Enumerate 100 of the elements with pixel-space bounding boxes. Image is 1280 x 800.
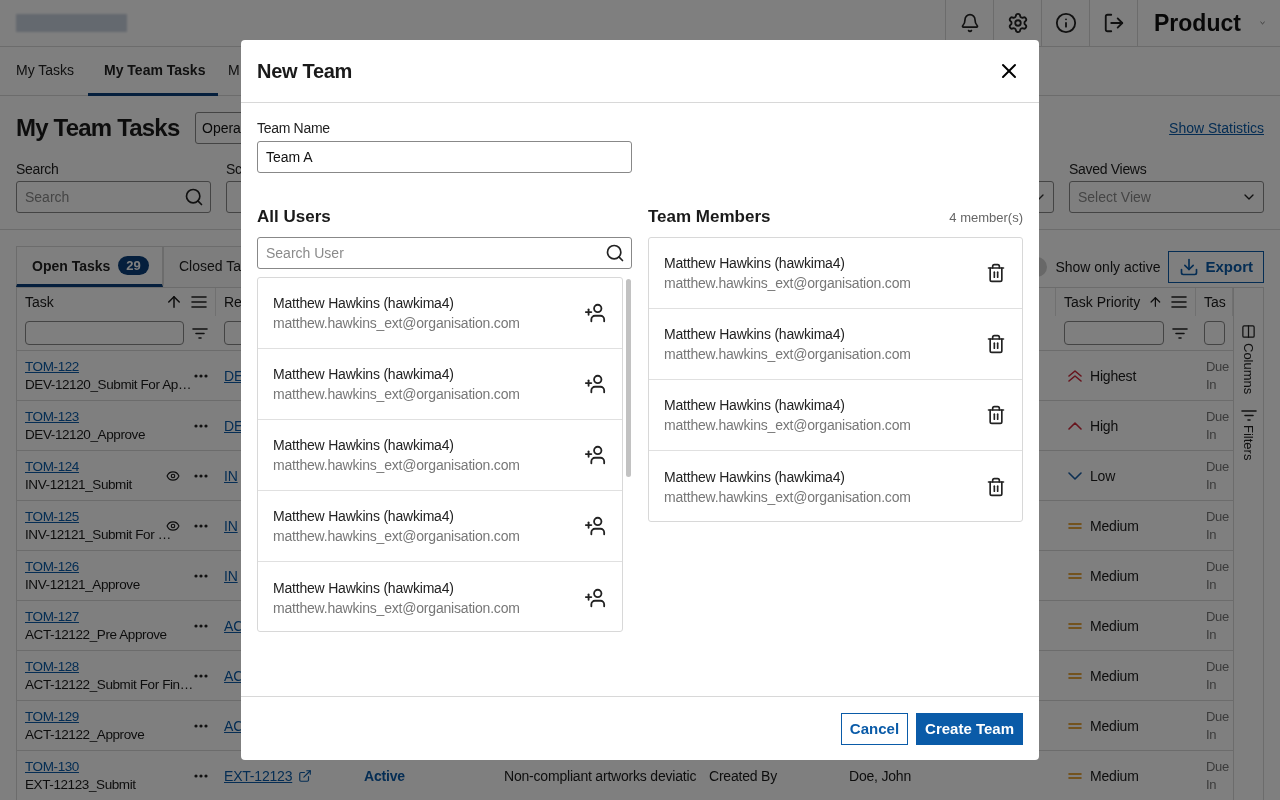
field-label: Search — [16, 161, 59, 177]
search-field[interactable]: Search — [16, 181, 211, 213]
column-menu-icon[interactable] — [1171, 296, 1187, 308]
user-name: Matthew Hawkins (hawkima4) — [273, 437, 455, 453]
priority-label: Highest — [1090, 367, 1137, 384]
reference-link[interactable]: IN — [224, 517, 238, 534]
user-email: matthew.hawkins_ext@organisation.com — [664, 488, 912, 505]
add-user-button[interactable] — [584, 586, 606, 609]
external-link-icon[interactable] — [298, 768, 313, 783]
add-user-button[interactable] — [584, 444, 606, 466]
add-user-button[interactable] — [584, 373, 606, 395]
filters-panel-button[interactable]: Filters — [1240, 410, 1257, 461]
task-id-link[interactable]: TOM-125 — [25, 507, 79, 526]
more-icon[interactable] — [194, 523, 208, 528]
search-icon — [184, 187, 204, 207]
user-email: matthew.hawkins_ext@organisation.com — [664, 275, 912, 291]
columns-icon — [1241, 324, 1256, 339]
trash-icon — [986, 405, 1006, 425]
count-badge: 29 — [118, 256, 149, 275]
columns-panel-button[interactable]: Columns — [1241, 324, 1256, 395]
priority-label: Medium — [1090, 517, 1139, 534]
delete-button[interactable] — [986, 476, 1006, 497]
delete-button[interactable] — [986, 334, 1006, 354]
priority-label: High — [1090, 417, 1118, 434]
add-user-icon — [584, 586, 606, 609]
column-header[interactable]: Task Priority — [1064, 294, 1141, 310]
add-user-button[interactable] — [584, 515, 606, 537]
task-id-link[interactable]: TOM-129 — [25, 707, 79, 726]
user-email: matthew.hawkins_ext@organisation.com — [273, 528, 521, 544]
task-id-link[interactable]: TOM-127 — [25, 607, 79, 626]
due-text: Due In — [1206, 757, 1230, 794]
user-name: Matthew Hawkins (hawkima4) — [273, 295, 455, 311]
search-user-field[interactable]: Search User — [257, 237, 632, 269]
priority-medium-icon — [1068, 522, 1082, 529]
more-icon[interactable] — [194, 573, 208, 578]
create-team-button[interactable]: Create Team — [916, 712, 1023, 745]
more-icon[interactable] — [194, 773, 208, 778]
product-menu[interactable]: Product — [1137, 0, 1280, 46]
task-id-link[interactable]: TOM-124 — [25, 457, 79, 476]
toggle-label: Show only active — [1055, 258, 1161, 275]
more-icon[interactable] — [194, 723, 208, 728]
add-user-icon — [584, 515, 606, 537]
download-icon — [1179, 256, 1200, 277]
task-id-link[interactable]: TOM-123 — [25, 407, 79, 426]
task-name: DEV-12120_Approve — [25, 425, 146, 444]
column-filter-field[interactable] — [25, 321, 184, 345]
priority-low-icon — [1068, 471, 1082, 480]
task-id-link[interactable]: TOM-128 — [25, 657, 79, 676]
nav-tab[interactable]: My Team Tasks — [88, 47, 218, 96]
delete-button[interactable] — [986, 263, 1006, 283]
column-filter-field[interactable] — [1204, 321, 1225, 345]
task-id-link[interactable]: TOM-122 — [25, 357, 79, 376]
eye-icon[interactable] — [166, 518, 180, 533]
nav-tab[interactable]: M — [218, 47, 240, 96]
task-name: ACT-12122_Pre Approve — [25, 625, 167, 644]
user-name: Matthew Hawkins (hawkima4) — [664, 255, 846, 271]
more-icon[interactable] — [194, 473, 208, 478]
more-icon[interactable] — [194, 423, 208, 428]
column-header[interactable]: Tas — [1204, 294, 1226, 310]
team-name-field[interactable]: Team A — [257, 141, 632, 173]
priority-medium-icon — [1068, 572, 1082, 579]
priority-label: Low — [1090, 467, 1116, 484]
more-icon[interactable] — [194, 623, 208, 628]
task-id-link[interactable]: TOM-126 — [25, 557, 79, 576]
saved-views-select[interactable]: Select View — [1069, 181, 1264, 213]
column-filter-field[interactable] — [1064, 321, 1164, 345]
reference-link[interactable]: IN — [224, 467, 238, 484]
due-text: Due In — [1206, 557, 1230, 594]
add-user-button[interactable] — [584, 302, 606, 324]
scrollbar-thumb[interactable] — [626, 279, 631, 477]
owner-text: Doe, John — [849, 767, 912, 784]
user-name: Matthew Hawkins (hawkima4) — [664, 468, 846, 485]
filter-icon[interactable] — [192, 327, 208, 339]
field-label: Team Name — [257, 120, 330, 136]
task-name: INV-12121_Submit — [25, 475, 132, 494]
eye-icon[interactable] — [166, 468, 180, 483]
show-statistics-link[interactable]: Show Statistics — [1169, 120, 1264, 136]
more-icon[interactable] — [194, 673, 208, 678]
delete-button[interactable] — [986, 405, 1006, 425]
filter-icon — [1240, 410, 1257, 422]
more-icon[interactable] — [194, 373, 208, 378]
task-tab[interactable]: Open Tasks 29 — [16, 246, 163, 287]
priority-medium-icon — [1068, 772, 1082, 779]
filter-icon[interactable] — [1172, 327, 1188, 339]
task-name: INV-12121_Submit For … — [25, 525, 171, 544]
export-button[interactable]: Export — [1168, 250, 1264, 283]
user-email: matthew.hawkins_ext@organisation.com — [664, 417, 912, 433]
trash-icon — [986, 263, 1006, 283]
nav-tab[interactable]: My Tasks — [0, 47, 88, 96]
reference-link[interactable]: EXT-12123 — [224, 767, 293, 784]
reference-link[interactable]: IN — [224, 567, 238, 584]
column-header[interactable]: Task — [25, 294, 157, 310]
user-name: Matthew Hawkins (hawkima4) — [664, 326, 846, 342]
task-id-link[interactable]: TOM-130 — [25, 757, 79, 776]
user-name: Matthew Hawkins (hawkima4) — [273, 508, 455, 524]
user-name: Matthew Hawkins (hawkima4) — [664, 397, 846, 413]
user-email: matthew.hawkins_ext@organisation.com — [273, 599, 521, 616]
cancel-button[interactable]: Cancel — [840, 712, 909, 745]
column-menu-icon[interactable] — [191, 296, 207, 308]
user-email: matthew.hawkins_ext@organisation.com — [664, 346, 912, 362]
